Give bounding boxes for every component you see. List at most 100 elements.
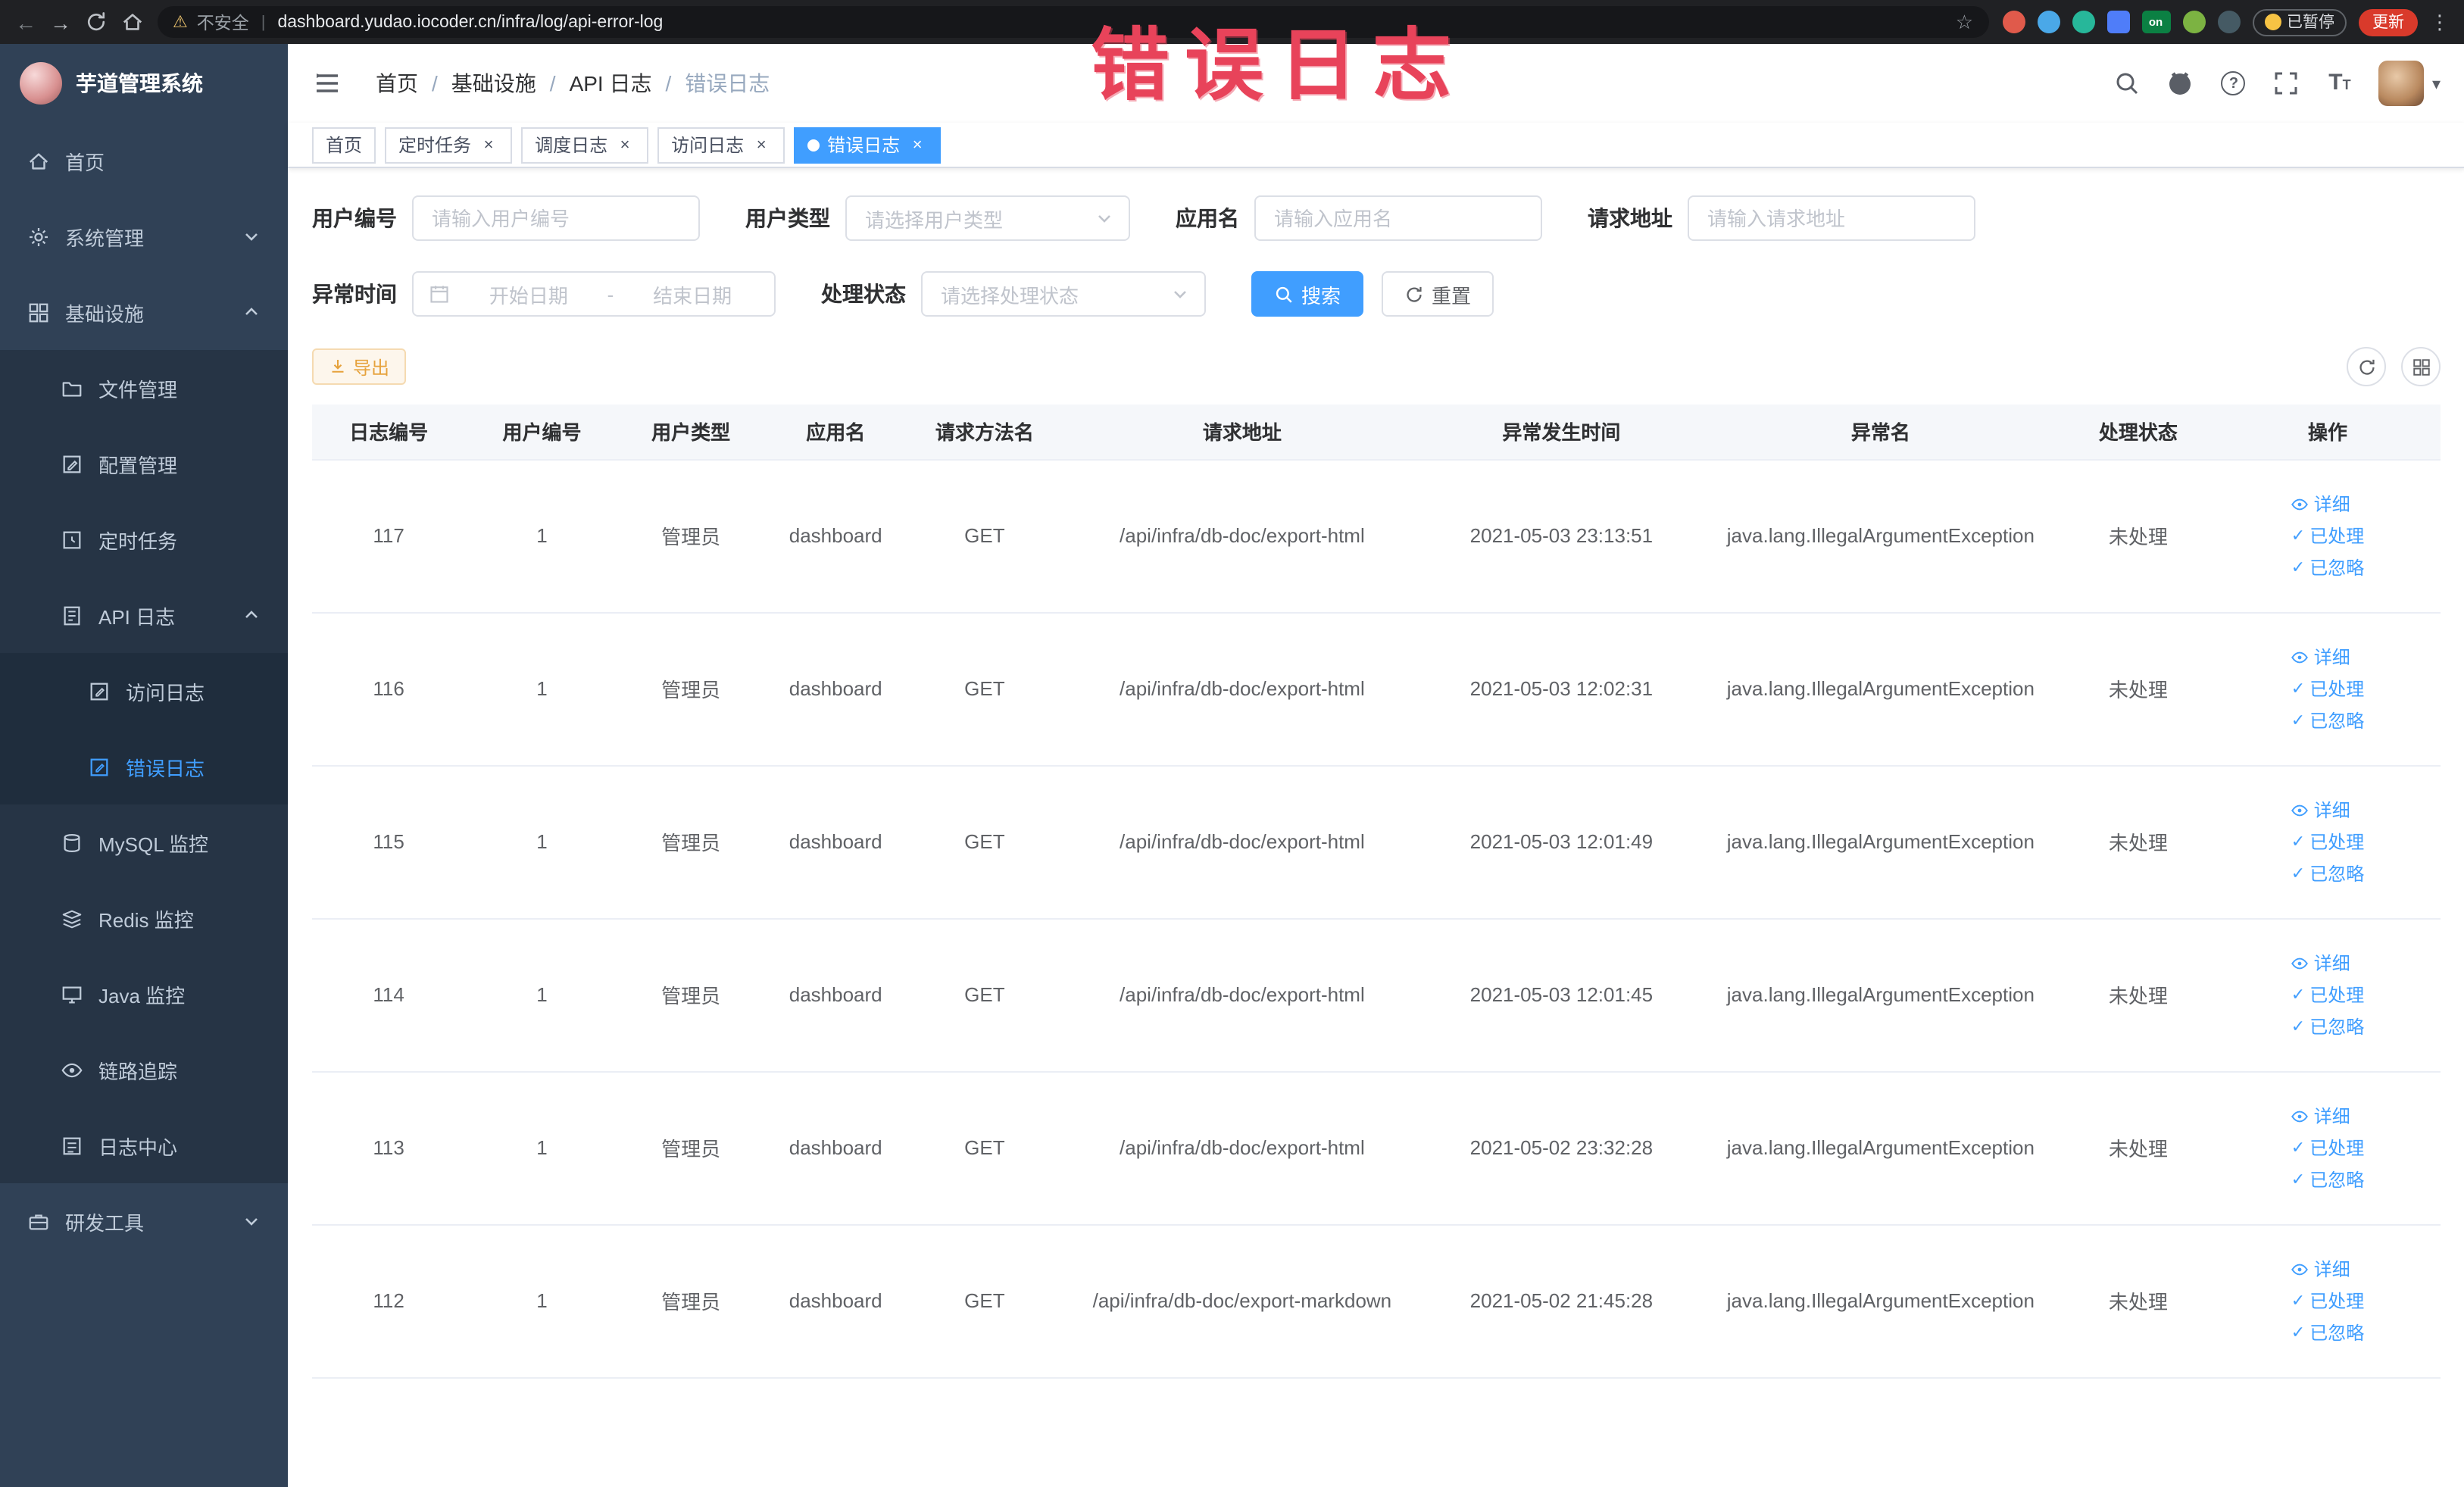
detail-link[interactable]: 详细 [2291,491,2350,517]
sidebar-item-access-logs[interactable]: 访问日志 [0,653,288,729]
user-type-select[interactable]: 请选择用户类型 [845,195,1130,241]
sidebar-item-error-logs[interactable]: 错误日志 [0,729,288,804]
processed-link[interactable]: ✓ 已处理 [2291,523,2364,548]
bookmark-star-icon[interactable]: ☆ [1956,10,1973,34]
app-logo[interactable]: 芋道管理系统 [0,44,288,123]
search-icon[interactable] [2114,70,2141,97]
github-icon[interactable] [2167,70,2194,97]
extension-icon[interactable] [2002,11,2025,33]
sidebar-item-dev-tools[interactable]: 研发工具 [0,1183,288,1259]
fullscreen-icon[interactable] [2273,70,2300,97]
update-button[interactable]: 更新 [2359,8,2418,36]
detail-label: 详细 [2313,1259,2350,1280]
detail-link[interactable]: 详细 [2291,950,2350,976]
ignored-link[interactable]: ✓ 已忽略 [2291,1167,2364,1192]
sidebar-item-mysql-monitor[interactable]: MySQL 监控 [0,804,288,880]
close-icon[interactable]: × [615,135,635,155]
ignored-link[interactable]: ✓ 已忽略 [2291,555,2364,580]
reload-icon[interactable] [85,11,108,33]
search-button[interactable]: 搜索 [1251,271,1364,317]
help-icon[interactable]: ? [2220,70,2247,97]
filter-process-status: 处理状态 请选择处理状态 [821,271,1206,317]
back-icon[interactable]: ← [15,11,36,33]
paused-badge[interactable]: 已暂停 [2252,8,2347,36]
tab-home[interactable]: 首页 [312,127,376,163]
sidebar-item-api-logs[interactable]: API 日志 [0,577,288,653]
sidebar-item-system-management[interactable]: 系统管理 [0,198,288,274]
user-id-input[interactable] [412,195,700,241]
browser-menu-icon[interactable]: ⋮ [2430,10,2450,34]
tab-schedule-logs[interactable]: 调度日志 × [521,127,649,163]
table-row: 117 1 管理员 dashboard GET /api/infra/db-do… [312,459,2441,613]
refresh-icon[interactable] [2347,347,2386,386]
ignored-link[interactable]: ✓ 已忽略 [2291,1320,2364,1345]
ignored-link[interactable]: ✓ 已忽略 [2291,1014,2364,1039]
detail-link[interactable]: 详细 [2291,1256,2350,1282]
breadcrumb-item[interactable]: API 日志 [570,68,652,98]
sidebar-item-trace[interactable]: 链路追踪 [0,1032,288,1107]
extension-icon[interactable] [2072,11,2094,33]
sidebar-item-config-management[interactable]: 配置管理 [0,426,288,501]
url-text[interactable]: dashboard.yudao.iocoder.cn/infra/log/api… [277,13,1946,31]
sidebar-item-infrastructure[interactable]: 基础设施 [0,274,288,350]
table-header-row: 日志编号 用户编号 用户类型 应用名 请求方法名 请求地址 异常发生时间 异常名 处理状态 操作 [312,405,2441,460]
table-row: 112 1 管理员 dashboard GET /api/infra/db-do… [312,1224,2441,1378]
breadcrumb-item[interactable]: 基础设施 [451,68,536,98]
columns-icon[interactable] [2401,347,2441,386]
detail-label: 详细 [2313,953,2350,974]
hamburger-icon[interactable] [312,68,342,98]
extension-icon[interactable] [2182,11,2205,33]
paused-label: 已暂停 [2287,14,2334,32]
detail-link[interactable]: 详细 [2291,797,2350,823]
close-icon[interactable]: × [907,135,927,155]
extension-icon[interactable]: on [2141,11,2170,33]
sidebar-item-redis-monitor[interactable]: Redis 监控 [0,880,288,956]
tab-access-logs[interactable]: 访问日志 × [657,127,785,163]
sidebar-item-label: 配置管理 [98,454,178,476]
processed-link[interactable]: ✓ 已处理 [2291,982,2364,1007]
processed-link[interactable]: ✓ 已处理 [2291,829,2364,854]
font-size-small-glyph: T [2342,77,2351,92]
export-button[interactable]: 导出 [312,348,407,385]
url-divider: | [261,13,266,31]
breadcrumb-separator: / [432,71,438,95]
tab-error-logs[interactable]: 错误日志 × [794,127,942,163]
sidebar-item-scheduled-tasks[interactable]: 定时任务 [0,501,288,577]
request-url-input[interactable] [1688,195,1975,241]
app-name-input[interactable] [1254,195,1542,241]
processed-link[interactable]: ✓ 已处理 [2291,676,2364,701]
ignored-link[interactable]: ✓ 已忽略 [2291,708,2364,733]
sidebar-item-log-center[interactable]: 日志中心 [0,1107,288,1183]
processed-label: 已处理 [2309,1291,2365,1312]
close-icon[interactable]: × [751,135,771,155]
forward-icon[interactable]: → [50,11,71,33]
tab-scheduled-tasks[interactable]: 定时任务 × [385,127,513,163]
user-avatar[interactable]: ▾ [2378,61,2441,106]
reset-button[interactable]: 重置 [1382,271,1494,317]
cell-log-id: 117 [312,459,466,613]
check-icon: ✓ [2291,1324,2306,1342]
ignored-link[interactable]: ✓ 已忽略 [2291,861,2364,886]
home-icon[interactable] [121,11,144,33]
process-status-select[interactable]: 请选择处理状态 [921,271,1206,317]
processed-link[interactable]: ✓ 已处理 [2291,1288,2364,1314]
extension-icon[interactable] [2217,11,2240,33]
edit-icon [61,452,83,475]
sidebar-item-home[interactable]: 首页 [0,123,288,198]
security-label[interactable]: 不安全 [197,10,249,34]
sidebar-item-file-management[interactable]: 文件管理 [0,350,288,426]
close-icon[interactable]: × [479,135,498,155]
detail-link[interactable]: 详细 [2291,1103,2350,1129]
cell-actions: 详细 ✓ 已处理 ✓ 已忽略 [2215,612,2441,766]
font-size-icon[interactable]: TT [2326,70,2353,97]
cell-request-url: /api/infra/db-doc/export-html [1061,765,1423,919]
sidebar-item-java-monitor[interactable]: Java 监控 [0,956,288,1032]
address-bar[interactable]: ⚠ 不安全 | dashboard.yudao.iocoder.cn/infra… [158,6,1988,38]
breadcrumb-item[interactable]: 首页 [376,68,418,98]
date-range-picker[interactable]: 开始日期 - 结束日期 [412,271,776,317]
processed-label: 已处理 [2309,832,2365,853]
processed-link[interactable]: ✓ 已处理 [2291,1135,2364,1161]
extension-icon[interactable] [2106,11,2129,33]
detail-link[interactable]: 详细 [2291,644,2350,670]
extension-icon[interactable] [2037,11,2060,33]
